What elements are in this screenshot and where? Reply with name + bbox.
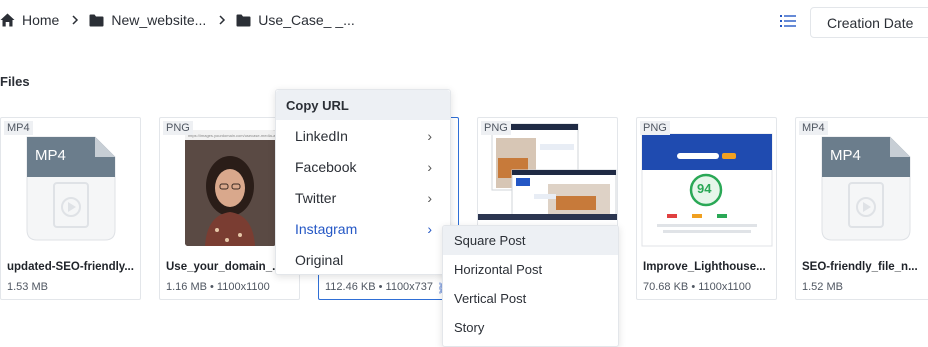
submenu-item-story[interactable]: Story	[443, 313, 618, 342]
file-type-badge: MP4	[799, 121, 828, 135]
video-file-icon	[821, 136, 911, 241]
menu-item-label: Instagram	[295, 220, 358, 237]
file-meta: 70.68 KB • 1100x1100	[643, 281, 752, 293]
breadcrumb-folder-1-label: New_website...	[111, 12, 207, 28]
menu-item-linkedin[interactable]: LinkedIn ›	[276, 120, 450, 151]
file-thumbnail: PNG 94	[637, 118, 776, 254]
portrait-photo	[185, 140, 276, 246]
menu-item-twitter[interactable]: Twitter ›	[276, 182, 450, 213]
file-type-badge: MP4	[4, 121, 33, 135]
list-icon	[780, 15, 796, 27]
file-meta: 1.53 MB	[7, 281, 48, 293]
file-meta: 1.52 MB	[802, 281, 843, 293]
sort-label: Creation Date	[827, 14, 914, 31]
browser-mockup-image: https://images.yourdomain.com/usecase-me…	[185, 130, 276, 246]
chevron-right-icon	[218, 15, 226, 25]
chevron-right-icon: ›	[427, 220, 432, 237]
breadcrumb-home-label: Home	[22, 12, 60, 28]
menu-item-label: Facebook	[295, 158, 357, 175]
file-name: SEO-friendly_file_n...	[802, 261, 918, 273]
breadcrumb-home[interactable]: Home	[0, 12, 59, 28]
breadcrumb-folder-2[interactable]: Use_Case_ _...	[236, 12, 355, 28]
chevron-right-icon	[71, 15, 79, 25]
folder-icon	[89, 14, 104, 26]
breadcrumb-folder-1[interactable]: New_website...	[89, 12, 206, 28]
menu-item-facebook[interactable]: Facebook ›	[276, 151, 450, 182]
submenu-item-vertical-post[interactable]: Vertical Post	[443, 284, 618, 313]
chevron-right-icon: ›	[427, 189, 432, 206]
file-thumbnail: MP4 MP4	[796, 118, 928, 254]
files-section-title: Files	[0, 74, 30, 89]
chevron-right-icon: ›	[427, 158, 432, 175]
copy-url-menu: Copy URL LinkedIn › Facebook › Twitter ›…	[275, 89, 451, 275]
menu-item-label: Twitter	[295, 189, 337, 206]
file-icon-label: MP4	[35, 147, 66, 164]
file-type-badge: PNG	[640, 121, 670, 135]
file-name: updated-SEO-friendly...	[7, 261, 134, 273]
menu-item-original[interactable]: Original	[276, 244, 450, 275]
file-meta: 112.46 KB • 1100x737	[325, 281, 434, 293]
chevron-right-icon: ›	[427, 127, 432, 144]
file-type-badge: PNG	[163, 121, 193, 135]
file-thumbnail: MP4 MP4	[1, 118, 140, 254]
video-file-icon	[26, 136, 116, 241]
breadcrumb-folder-2-label: Use_Case_ _...	[258, 12, 355, 28]
menu-item-instagram[interactable]: Instagram ›	[276, 213, 450, 244]
file-name: Improve_Lighthouse...	[643, 261, 766, 273]
menu-item-label: LinkedIn	[295, 127, 348, 144]
sort-dropdown[interactable]: Creation Date	[810, 7, 928, 38]
file-card[interactable]: MP4 MP4 SEO-friendly_file_n... 1.52 MB	[795, 117, 928, 300]
submenu-item-square-post[interactable]: Square Post	[443, 226, 618, 255]
file-card[interactable]: PNG 94 Improve_Lighthouse... 70.68 KB • …	[636, 117, 777, 300]
folder-icon	[236, 14, 251, 26]
file-card[interactable]: MP4 MP4 updated-SEO-friendly... 1.53 MB	[0, 117, 141, 300]
submenu-item-horizontal-post[interactable]: Horizontal Post	[443, 255, 618, 284]
breadcrumb: Home New_website... Use_Case_ _...	[0, 0, 355, 40]
file-meta: 1.16 MB • 1100x1100	[166, 281, 270, 293]
instagram-submenu: Square Post Horizontal Post Vertical Pos…	[442, 225, 619, 347]
menu-header: Copy URL	[276, 90, 450, 120]
file-type-badge: PNG	[481, 121, 511, 135]
lighthouse-score: 94	[697, 181, 712, 196]
file-icon-label: MP4	[830, 147, 861, 164]
menu-item-label: Original	[295, 251, 344, 268]
home-icon	[0, 13, 15, 27]
url-bar-text: https://images.yourdomain.com/usecase-me…	[188, 132, 276, 138]
list-view-button[interactable]	[778, 11, 798, 31]
